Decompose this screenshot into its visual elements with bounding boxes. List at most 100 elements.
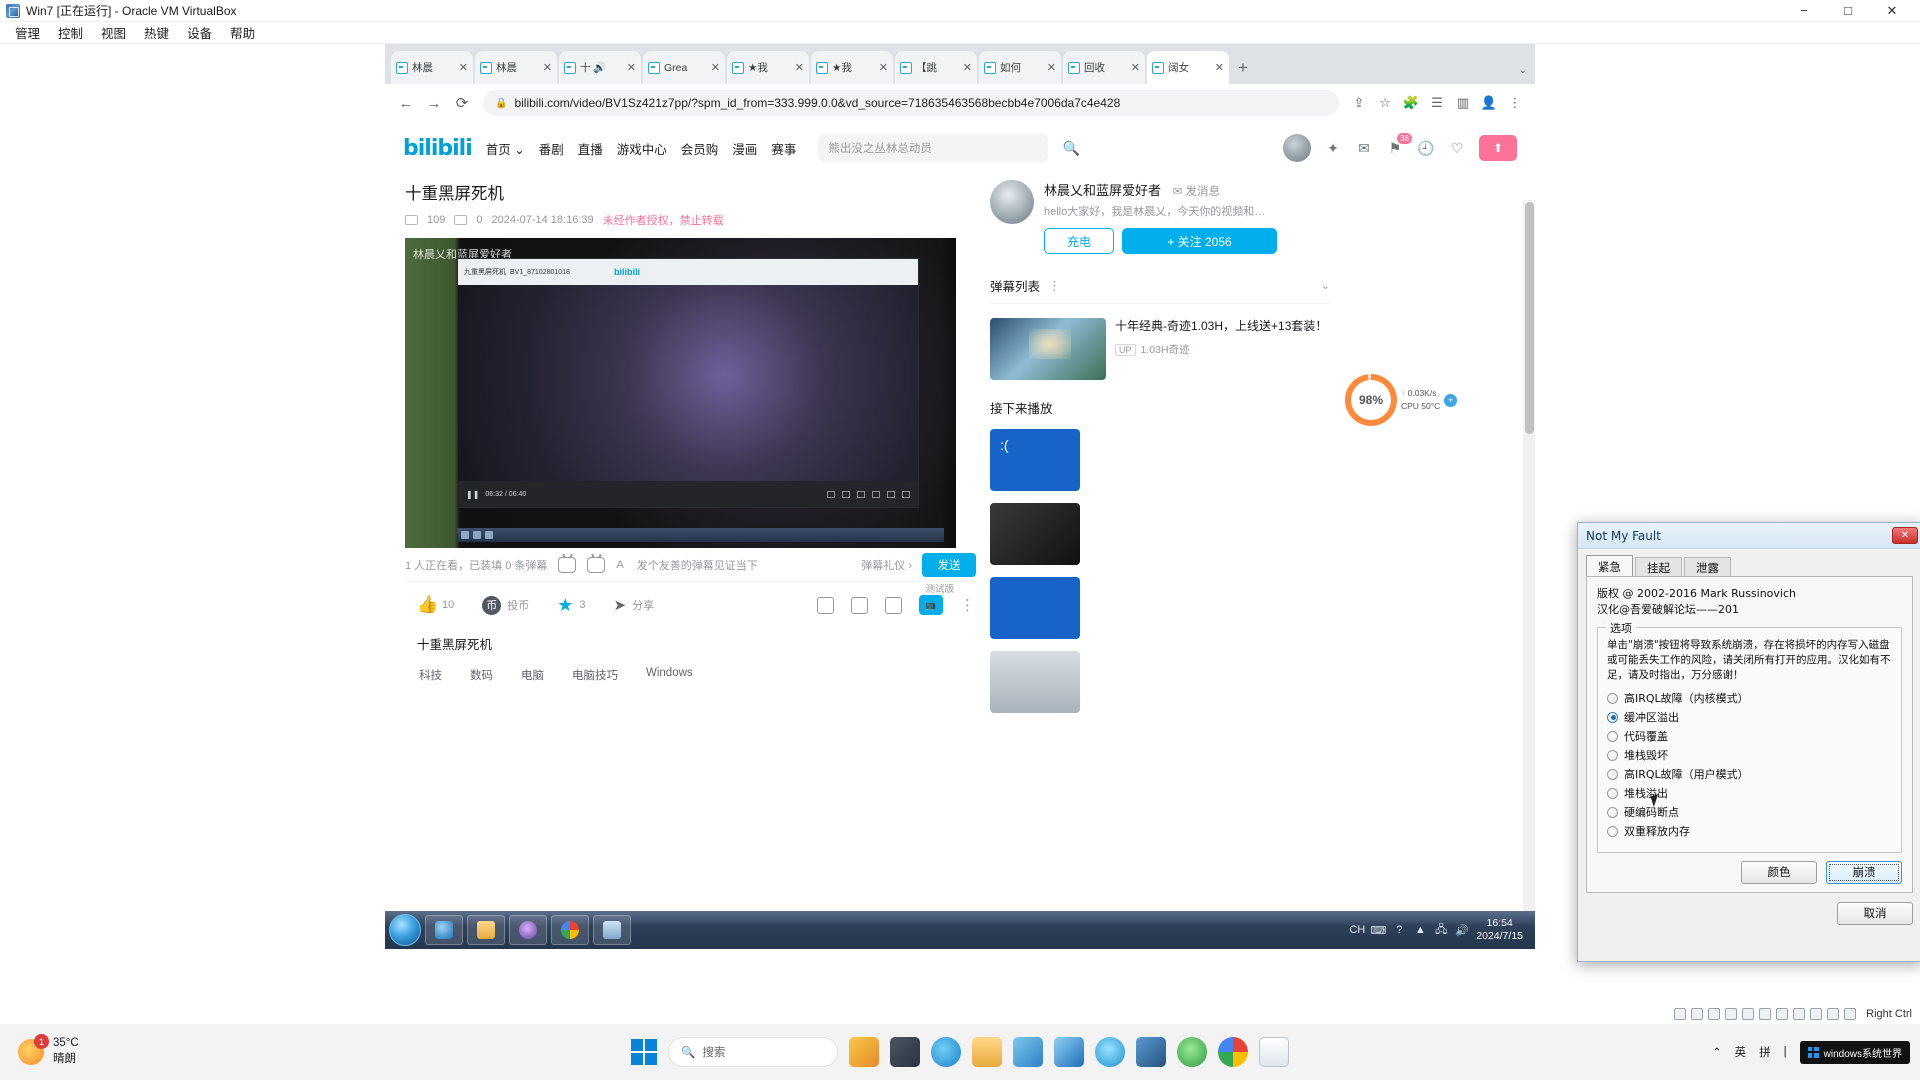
tab-close-icon[interactable]: ✕ <box>543 61 552 74</box>
ime-mode[interactable]: 拼 <box>1759 1044 1771 1060</box>
browser-tab[interactable]: 回收 ✕ <box>1063 51 1145 84</box>
danmaku-input[interactable]: 发个友善的弹幕见证当下 <box>637 557 758 573</box>
browser-tab[interactable]: 十 🔊 ✕ <box>559 51 641 84</box>
ime-indicator[interactable]: CH <box>1349 923 1365 937</box>
taskbar-calendar-icon[interactable] <box>1259 1037 1289 1067</box>
taskbar-virtualbox-icon[interactable] <box>1136 1037 1166 1067</box>
win7-clock[interactable]: 16:54 2024/7/15 <box>1476 917 1523 943</box>
cpu-widget-expand-icon[interactable]: + <box>1444 393 1458 407</box>
volume-icon[interactable]: 🔊 <box>1455 923 1469 937</box>
radio-code-overwrite[interactable]: 代码覆盖 <box>1607 727 1892 746</box>
browser-tab[interactable]: 林晨 ✕ <box>391 51 473 84</box>
radio-stack-overflow[interactable]: 堆栈溢出 <box>1607 784 1892 803</box>
coin-button[interactable]: 币 投币 <box>482 595 529 615</box>
minimize-button[interactable]: − <box>1782 0 1826 22</box>
more-options-icon[interactable]: ⋮ <box>960 596 976 614</box>
taskbar-edge-icon[interactable] <box>931 1037 961 1067</box>
tab-close-icon[interactable]: ✕ <box>963 61 972 74</box>
danmaku-toggle-icon[interactable] <box>558 556 577 573</box>
profile-icon[interactable]: 👤 <box>1477 90 1501 116</box>
help-icon[interactable]: ? <box>1392 923 1406 937</box>
tab-search-chevron-down-icon[interactable]: ⌄ <box>1519 65 1527 76</box>
taskbar-store-icon[interactable] <box>1013 1037 1043 1067</box>
vip-icon[interactable]: ✦ <box>1324 139 1342 157</box>
address-bar[interactable]: 🔒 bilibili.com/video/BV1Sz421z7pp/?spm_i… <box>483 90 1339 116</box>
upload-button[interactable]: ⬆ <box>1479 135 1517 161</box>
pin-icon[interactable] <box>851 596 868 614</box>
follow-button[interactable]: + 关注 2056 <box>1122 228 1277 254</box>
menu-item-help[interactable]: 帮助 <box>221 21 264 44</box>
taskbar-ie-icon[interactable] <box>425 915 463 945</box>
menu-item-view[interactable]: 视图 <box>92 21 135 44</box>
search-icon[interactable]: 🔍 <box>1062 139 1080 157</box>
radio-buffer-overflow[interactable]: 缓冲区溢出 <box>1607 708 1892 727</box>
tab-close-icon[interactable]: ✕ <box>795 61 804 74</box>
color-button[interactable]: 颜色 <box>1741 860 1817 884</box>
tab-urgent[interactable]: 紧急 <box>1586 555 1633 577</box>
tab-hang[interactable]: 挂起 <box>1635 557 1682 577</box>
dialog-close-button[interactable]: ✕ <box>1892 527 1918 544</box>
tab-close-icon[interactable]: ✕ <box>627 61 636 74</box>
side-video-thumbnail[interactable] <box>990 429 1080 491</box>
side-video-thumbnail[interactable] <box>990 651 1080 713</box>
cpu-monitor-widget[interactable]: 98% ↑ 0.03K/s CPU 50°C + <box>1345 374 1458 426</box>
taskbar-widgets-icon[interactable] <box>849 1037 879 1067</box>
menu-item-devices[interactable]: 设备 <box>178 21 221 44</box>
history-icon[interactable]: 🕘 <box>1417 139 1435 157</box>
radio-double-free[interactable]: 双重释放内存 <box>1607 822 1892 841</box>
video-player[interactable]: 林晨乂和蓝屏爱好者 九重黑屏死机 BV1_87102801018 bilibil… <box>405 238 956 548</box>
danmaku-send-button[interactable]: 发送 <box>922 552 976 577</box>
radio-high-irql-user[interactable]: 高IRQL故障（用户模式） <box>1607 765 1892 784</box>
tag-item[interactable]: 电脑技巧 <box>572 667 618 683</box>
uploader-avatar[interactable] <box>990 180 1034 224</box>
tag-item[interactable]: 数码 <box>470 667 493 683</box>
tag-item[interactable]: 电脑 <box>521 667 544 683</box>
charge-button[interactable]: 充电 <box>1044 228 1114 254</box>
nav-bangumi[interactable]: 番剧 <box>539 139 564 158</box>
note-icon[interactable] <box>817 596 834 614</box>
taskbar-chrome-icon[interactable] <box>551 915 589 945</box>
radio-stack-trash[interactable]: 堆栈毁坏 <box>1607 746 1892 765</box>
tab-close-icon[interactable]: ✕ <box>1131 61 1140 74</box>
like-button[interactable]: 👍 10 <box>417 596 454 615</box>
nav-game-center[interactable]: 游戏中心 <box>617 139 667 158</box>
nav-esports[interactable]: 赛事 <box>771 139 796 158</box>
chevron-up-icon[interactable]: ⌃ <box>1712 1045 1722 1059</box>
menu-item-manage[interactable]: 管理 <box>6 21 49 44</box>
danmaku-etiquette-link[interactable]: 弹幕礼仪 › <box>861 557 912 573</box>
close-button[interactable]: ✕ <box>1870 0 1914 22</box>
nav-member-shop[interactable]: 会员购 <box>681 139 719 158</box>
taskbar-notmyfault-icon[interactable] <box>593 915 631 945</box>
taskbar-file-explorer-icon[interactable] <box>972 1037 1002 1067</box>
share-icon[interactable]: ⇪ <box>1347 90 1371 116</box>
tab-close-icon[interactable]: ✕ <box>1215 61 1224 74</box>
menu-item-hotkey[interactable]: 热键 <box>135 21 178 44</box>
tab-close-icon[interactable]: ✕ <box>879 61 888 74</box>
side-video-thumbnail[interactable] <box>990 503 1080 565</box>
font-style-icon[interactable]: A <box>616 559 623 571</box>
side-video-thumbnail[interactable] <box>990 577 1080 639</box>
browser-tab[interactable]: 如何 ✕ <box>979 51 1061 84</box>
network-icon[interactable]: 🖧 <box>1434 923 1448 937</box>
taskbar-explorer-icon[interactable] <box>467 915 505 945</box>
taskbar-mail-icon[interactable] <box>1054 1037 1084 1067</box>
cancel-button[interactable]: 取消 <box>1837 901 1913 925</box>
favorite-button[interactable]: ★ 3 <box>557 596 585 614</box>
browser-tab[interactable]: ★我 ✕ <box>811 51 893 84</box>
tag-item[interactable]: 科技 <box>419 667 442 683</box>
browser-menu-icon[interactable]: ⋮ <box>1503 90 1527 116</box>
checklist-icon[interactable] <box>885 596 902 614</box>
taskbar-taskview-icon[interactable] <box>890 1037 920 1067</box>
windows-start-button[interactable] <box>631 1039 657 1065</box>
recommended-ad-card[interactable]: 十年经典-奇迹1.03H，上线送+13套装！ UP 1.03H奇迹 <box>990 318 1330 380</box>
browser-tab[interactable]: Grea ✕ <box>643 51 725 84</box>
notification-icon[interactable]: ⚑ 38 <box>1386 133 1412 157</box>
forward-button[interactable]: → <box>421 90 447 116</box>
tag-item[interactable]: Windows <box>646 667 693 683</box>
tab-leak[interactable]: 泄露 <box>1684 557 1731 577</box>
send-message-link[interactable]: ✉ 发消息 <box>1173 186 1220 198</box>
reading-list-icon[interactable]: ☰ <box>1425 90 1449 116</box>
avatar[interactable] <box>1283 134 1311 162</box>
share-button[interactable]: ➤ 分享 <box>614 596 655 614</box>
danmaku-list-more-icon[interactable]: ⋮ <box>1048 278 1061 294</box>
